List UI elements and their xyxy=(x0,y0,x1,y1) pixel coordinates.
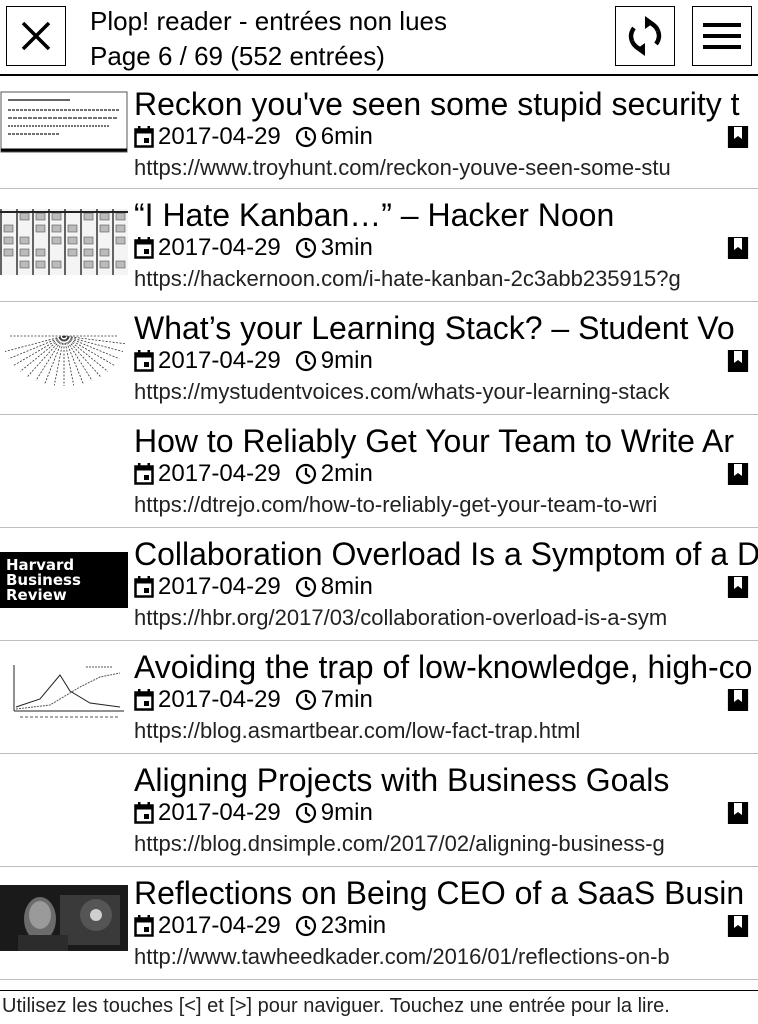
entry-url: http://www.tawheedkader.com/2016/01/refl… xyxy=(134,944,670,969)
entry-duration: 23min xyxy=(320,912,387,939)
entry-title: Reflections on Being CEO of a SaaS Busin xyxy=(134,875,745,911)
entry-duration: 7min xyxy=(320,686,373,713)
bookmark-icon[interactable] xyxy=(727,802,749,824)
clock-icon xyxy=(295,126,316,148)
bookmark-icon[interactable] xyxy=(727,463,749,485)
entry-duration: 2min xyxy=(320,460,373,487)
calendar-icon xyxy=(134,802,154,824)
entry-duration: 9min xyxy=(320,347,373,374)
entry-meta: 2017-04-29 23min xyxy=(134,911,386,941)
entry-duration: 6min xyxy=(320,123,373,150)
clock-icon xyxy=(295,689,316,711)
page-title-block: Plop! reader - entrées non lues Page 6 /… xyxy=(90,4,447,74)
bookmark-icon[interactable] xyxy=(727,915,749,937)
entry-title: Collaboration Overload Is a Symptom of a… xyxy=(134,536,758,572)
entry-title: How to Reliably Get Your Team to Write A… xyxy=(134,423,734,459)
bookmark-icon[interactable] xyxy=(727,350,749,372)
clock-icon xyxy=(295,463,316,485)
close-icon xyxy=(21,21,51,51)
entry-title: “I Hate Kanban…” – Hacker Noon xyxy=(134,197,615,233)
clock-icon xyxy=(295,350,316,372)
entry-thumbnail xyxy=(0,88,128,154)
page-indicator: Page 6 / 69 (552 entrées) xyxy=(90,41,385,71)
entry-7[interactable]: Aligning Projects with Business Goals 20… xyxy=(0,754,758,867)
entry-title: Aligning Projects with Business Goals xyxy=(134,762,670,798)
entry-title: Avoiding the trap of low-knowledge, high… xyxy=(134,649,753,685)
entry-thumbnail: Harvard Business Review xyxy=(0,542,128,608)
calendar-icon xyxy=(134,689,154,711)
entry-thumbnail xyxy=(0,209,128,275)
entry-date: 2017-04-29 xyxy=(158,460,281,487)
entry-2[interactable]: “I Hate Kanban…” – Hacker Noon 2017-04-2… xyxy=(0,189,758,302)
entry-duration: 9min xyxy=(320,799,373,826)
entry-meta: 2017-04-29 9min xyxy=(134,346,373,376)
bookmark-icon[interactable] xyxy=(727,126,749,148)
top-bar: Plop! reader - entrées non lues Page 6 /… xyxy=(0,0,758,76)
entry-date: 2017-04-29 xyxy=(158,912,281,939)
calendar-icon xyxy=(134,237,154,259)
entry-meta: 2017-04-29 9min xyxy=(134,798,373,828)
entry-thumbnail xyxy=(0,445,128,511)
entry-url: https://mystudentvoices.com/whats-your-l… xyxy=(134,379,670,404)
entry-url: https://blog.asmartbear.com/low-fact-tra… xyxy=(134,718,581,743)
entry-url: https://hackernoon.com/i-hate-kanban-2c3… xyxy=(134,266,681,291)
entry-5[interactable]: Harvard Business Review Collaboration Over… xyxy=(0,528,758,641)
navigation-hint: Utilisez les touches [<] et [>] pour nav… xyxy=(0,990,758,1024)
clock-icon xyxy=(295,237,316,259)
hbr-logo: Harvard Business Review xyxy=(0,552,128,608)
entry-6[interactable]: Avoiding the trap of low-knowledge, high… xyxy=(0,641,758,754)
entry-title: What’s your Learning Stack? – Student Vo xyxy=(134,310,735,346)
entry-thumbnail xyxy=(0,322,128,388)
calendar-icon xyxy=(134,576,154,598)
entry-url: https://www.troyhunt.com/reckon-youve-se… xyxy=(134,155,671,180)
entry-4[interactable]: How to Reliably Get Your Team to Write A… xyxy=(0,415,758,528)
calendar-icon xyxy=(134,463,154,485)
entry-meta: 2017-04-29 3min xyxy=(134,233,373,263)
entry-3[interactable]: What’s your Learning Stack? – Student Vo… xyxy=(0,302,758,415)
entry-thumbnail xyxy=(0,885,128,951)
clock-icon xyxy=(295,915,316,937)
calendar-icon xyxy=(134,350,154,372)
entry-date: 2017-04-29 xyxy=(158,799,281,826)
entry-date: 2017-04-29 xyxy=(158,347,281,374)
bookmark-icon[interactable] xyxy=(727,689,749,711)
entry-1[interactable]: Reckon you've seen some stupid security … xyxy=(0,78,758,189)
entry-8[interactable]: Reflections on Being CEO of a SaaS Busin… xyxy=(0,867,758,980)
entry-list: Reckon you've seen some stupid security … xyxy=(0,78,758,980)
entry-date: 2017-04-29 xyxy=(158,123,281,150)
calendar-icon xyxy=(134,915,154,937)
entry-duration: 3min xyxy=(320,234,373,261)
menu-icon xyxy=(703,23,741,49)
clock-icon xyxy=(295,802,316,824)
entry-meta: 2017-04-29 8min xyxy=(134,572,373,602)
entry-url: https://blog.dnsimple.com/2017/02/aligni… xyxy=(134,831,665,856)
entry-duration: 8min xyxy=(320,573,373,600)
refresh-icon xyxy=(628,16,662,56)
close-button[interactable] xyxy=(6,6,66,66)
entry-meta: 2017-04-29 2min xyxy=(134,459,373,489)
bookmark-icon[interactable] xyxy=(727,237,749,259)
app-title: Plop! reader - entrées non lues xyxy=(90,6,447,36)
logo-text: Review xyxy=(6,586,67,604)
entry-date: 2017-04-29 xyxy=(158,573,281,600)
entry-meta: 2017-04-29 6min xyxy=(134,122,373,152)
menu-button[interactable] xyxy=(692,6,752,66)
entry-url: https://dtrejo.com/how-to-reliably-get-y… xyxy=(134,492,658,517)
entry-date: 2017-04-29 xyxy=(158,234,281,261)
entry-date: 2017-04-29 xyxy=(158,686,281,713)
entry-thumbnail xyxy=(0,784,128,850)
entry-meta: 2017-04-29 7min xyxy=(134,685,373,715)
entry-thumbnail xyxy=(0,657,128,723)
entry-title: Reckon you've seen some stupid security … xyxy=(134,86,740,122)
refresh-button[interactable] xyxy=(615,6,675,66)
bookmark-icon[interactable] xyxy=(727,576,749,598)
calendar-icon xyxy=(134,126,154,148)
entry-url: https://hbr.org/2017/03/collaboration-ov… xyxy=(134,605,668,630)
clock-icon xyxy=(295,576,316,598)
